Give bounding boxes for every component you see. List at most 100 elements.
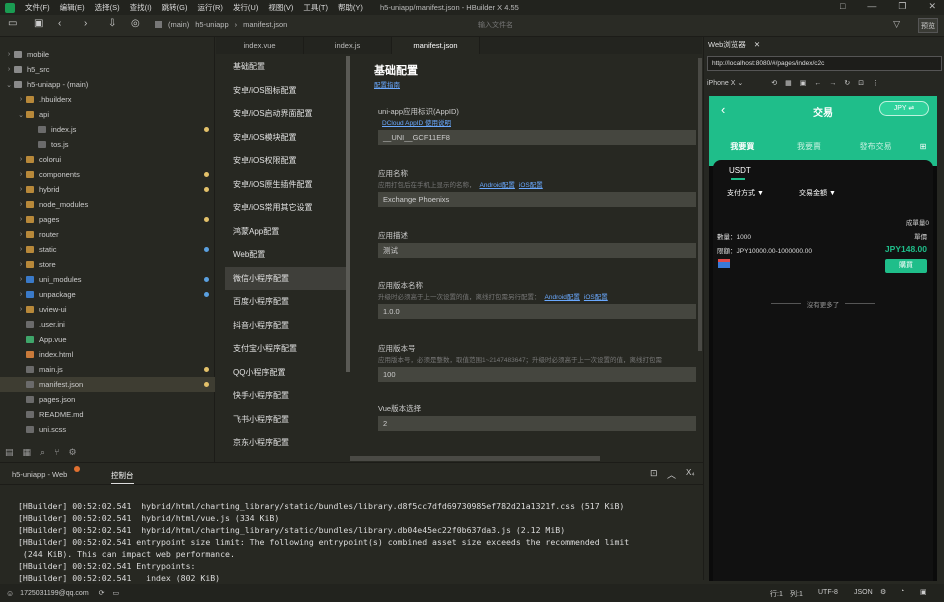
chevron-icon[interactable]: › — [16, 96, 26, 103]
chevron-icon[interactable]: › — [16, 216, 26, 223]
git-icon[interactable]: ⑂ — [54, 447, 59, 457]
tree-item[interactable]: index.html — [0, 347, 215, 362]
settings-nav-item[interactable]: QQ小程序配置 — [225, 361, 347, 384]
menu-tools[interactable]: 工具(T) — [298, 2, 333, 13]
notification-icon[interactable]: ◔ — [900, 588, 904, 595]
currency-button[interactable]: JPY ⇌ — [879, 101, 929, 116]
field-input[interactable]: __UNI__GCF11EF8 — [378, 130, 696, 145]
tab-index-vue[interactable]: index.vue — [216, 37, 304, 54]
form-horizontal-scrollbar[interactable] — [350, 456, 600, 461]
settings-nav-item[interactable]: 基础配置 — [225, 55, 347, 78]
tree-item[interactable]: index.js — [0, 122, 215, 137]
menu-select[interactable]: 选择(S) — [90, 2, 125, 13]
tree-item[interactable]: › components — [0, 167, 215, 182]
settings-nav-item[interactable]: 快手小程序配置 — [225, 384, 347, 407]
menu-help[interactable]: 帮助(Y) — [333, 2, 368, 13]
tree-item[interactable]: › mobile — [0, 47, 215, 62]
tree-item[interactable]: ⌄ h5-uniapp - (main) — [0, 77, 215, 92]
menu-view[interactable]: 视图(V) — [263, 2, 298, 13]
tree-item[interactable]: › router — [0, 227, 215, 242]
tree-item[interactable]: › .hbuilderx — [0, 92, 215, 107]
close-button[interactable]: ✕ — [928, 1, 936, 12]
tree-item[interactable]: ⌄ api — [0, 107, 215, 122]
close-icon[interactable]: ✕ — [754, 40, 760, 49]
settings-nav-item[interactable]: 支付宝小程序配置 — [225, 337, 347, 360]
tree-item[interactable]: App.vue — [0, 332, 215, 347]
field-input[interactable]: 2 — [378, 416, 696, 431]
tree-item[interactable]: › uview-ui — [0, 302, 215, 317]
phone-tab-sell[interactable]: 我要賣 — [776, 141, 843, 152]
tree-item[interactable]: › pages — [0, 212, 215, 227]
export-icon[interactable]: ⊡ — [650, 468, 658, 479]
save-icon[interactable]: ▣ — [34, 18, 43, 29]
tree-item[interactable]: › unpackage — [0, 287, 215, 302]
menu-file[interactable]: 文件(F) — [20, 2, 55, 13]
settings-nav-item[interactable]: 飞书小程序配置 — [225, 408, 347, 431]
files-icon[interactable]: ▦ — [23, 447, 32, 458]
tree-item[interactable]: tos.js — [0, 137, 215, 152]
tab-web-run[interactable]: h5-uniapp - Web — [12, 470, 67, 479]
filter-icon[interactable]: ▽ — [893, 19, 900, 30]
tab-index-js[interactable]: index.js — [304, 37, 392, 54]
chevron-icon[interactable]: › — [16, 231, 26, 238]
buy-button[interactable]: 購買 — [885, 259, 927, 273]
menu-edit[interactable]: 编辑(E) — [55, 2, 90, 13]
form-scrollbar[interactable] — [698, 58, 702, 351]
tree-item[interactable]: › uni_modules — [0, 272, 215, 287]
refresh-icon[interactable]: ↻ — [844, 79, 850, 87]
new-file-icon[interactable]: ▭ — [8, 18, 17, 29]
user-icon[interactable]: ☺ — [6, 589, 14, 598]
back-icon[interactable]: ‹ — [58, 18, 61, 29]
settings-nav-item[interactable]: Web配置 — [225, 243, 347, 266]
chevron-icon[interactable]: › — [16, 186, 26, 193]
status-language[interactable]: JSON — [854, 589, 873, 596]
back-arrow-icon[interactable]: ← — [814, 80, 821, 87]
chevron-icon[interactable]: › — [16, 276, 26, 283]
field-input[interactable]: 测试 — [378, 243, 696, 258]
amount-filter[interactable]: 交易金額 ▼ — [799, 188, 836, 198]
order-list-icon[interactable]: ⊞ — [909, 142, 937, 151]
tree-item[interactable]: › colorui — [0, 152, 215, 167]
phone-tab-buy[interactable]: 我要買 — [709, 141, 776, 152]
sync-icon[interactable]: ⟳ — [99, 589, 105, 597]
breadcrumb-project[interactable]: h5-uniapp — [195, 20, 228, 29]
download-icon[interactable]: ⇩ — [108, 18, 116, 29]
browser-tab[interactable]: Web浏览器 ✕ — [708, 39, 760, 50]
lock-icon[interactable]: ⊡ — [858, 79, 864, 87]
panel-toggle-icon[interactable]: ▭ — [113, 589, 120, 597]
field-input[interactable]: 1.0.0 — [378, 304, 696, 319]
layout-button[interactable]: □ — [840, 1, 845, 12]
chevron-icon[interactable]: › — [16, 261, 26, 268]
user-account[interactable]: 1725031199@qq.com — [20, 590, 88, 597]
close-panel-icon[interactable]: X₄ — [686, 468, 695, 477]
phone-tab-publish[interactable]: 發布交易 — [842, 141, 909, 152]
tree-item[interactable]: .user.ini — [0, 317, 215, 332]
tree-item[interactable]: uni.scss — [0, 422, 215, 437]
more-icon[interactable]: ⋮ — [872, 79, 879, 87]
chevron-icon[interactable]: › — [16, 306, 26, 313]
nav-scrollbar[interactable] — [346, 56, 350, 372]
chevron-icon[interactable]: ⌄ — [16, 111, 26, 119]
chevron-icon[interactable]: › — [4, 66, 14, 73]
tree-item[interactable]: › hybrid — [0, 182, 215, 197]
settings-nav-item[interactable]: 鸿蒙App配置 — [225, 220, 347, 243]
field-hint-link[interactable]: Android配置 — [545, 294, 580, 301]
format-icon[interactable]: ⚙ — [880, 588, 886, 596]
menu-find[interactable]: 查找(I) — [125, 2, 157, 13]
tree-item[interactable]: › static — [0, 242, 215, 257]
menu-publish[interactable]: 发行(U) — [228, 2, 263, 13]
tree-item[interactable]: › node_modules — [0, 197, 215, 212]
settings-nav-item[interactable]: 安卓/iOS启动界面配置 — [225, 102, 347, 125]
tab-manifest-json[interactable]: manifest.json — [392, 37, 480, 54]
chevron-icon[interactable]: › — [16, 171, 26, 178]
chevron-icon[interactable]: › — [16, 156, 26, 163]
tab-console[interactable]: 控制台 — [111, 470, 134, 484]
folder-icon[interactable]: ▤ — [5, 447, 14, 458]
settings-nav-item[interactable]: 京东小程序配置 — [225, 431, 347, 454]
tree-item[interactable]: manifest.json — [0, 377, 215, 392]
device-select[interactable]: iPhone X ⌄ — [707, 79, 743, 87]
tree-item[interactable]: main.js — [0, 362, 215, 377]
coin-tab-usdt[interactable]: USDT — [729, 166, 751, 175]
payment-filter[interactable]: 支付方式 ▼ — [727, 188, 764, 198]
settings-nav-item[interactable]: 抖音小程序配置 — [225, 314, 347, 337]
